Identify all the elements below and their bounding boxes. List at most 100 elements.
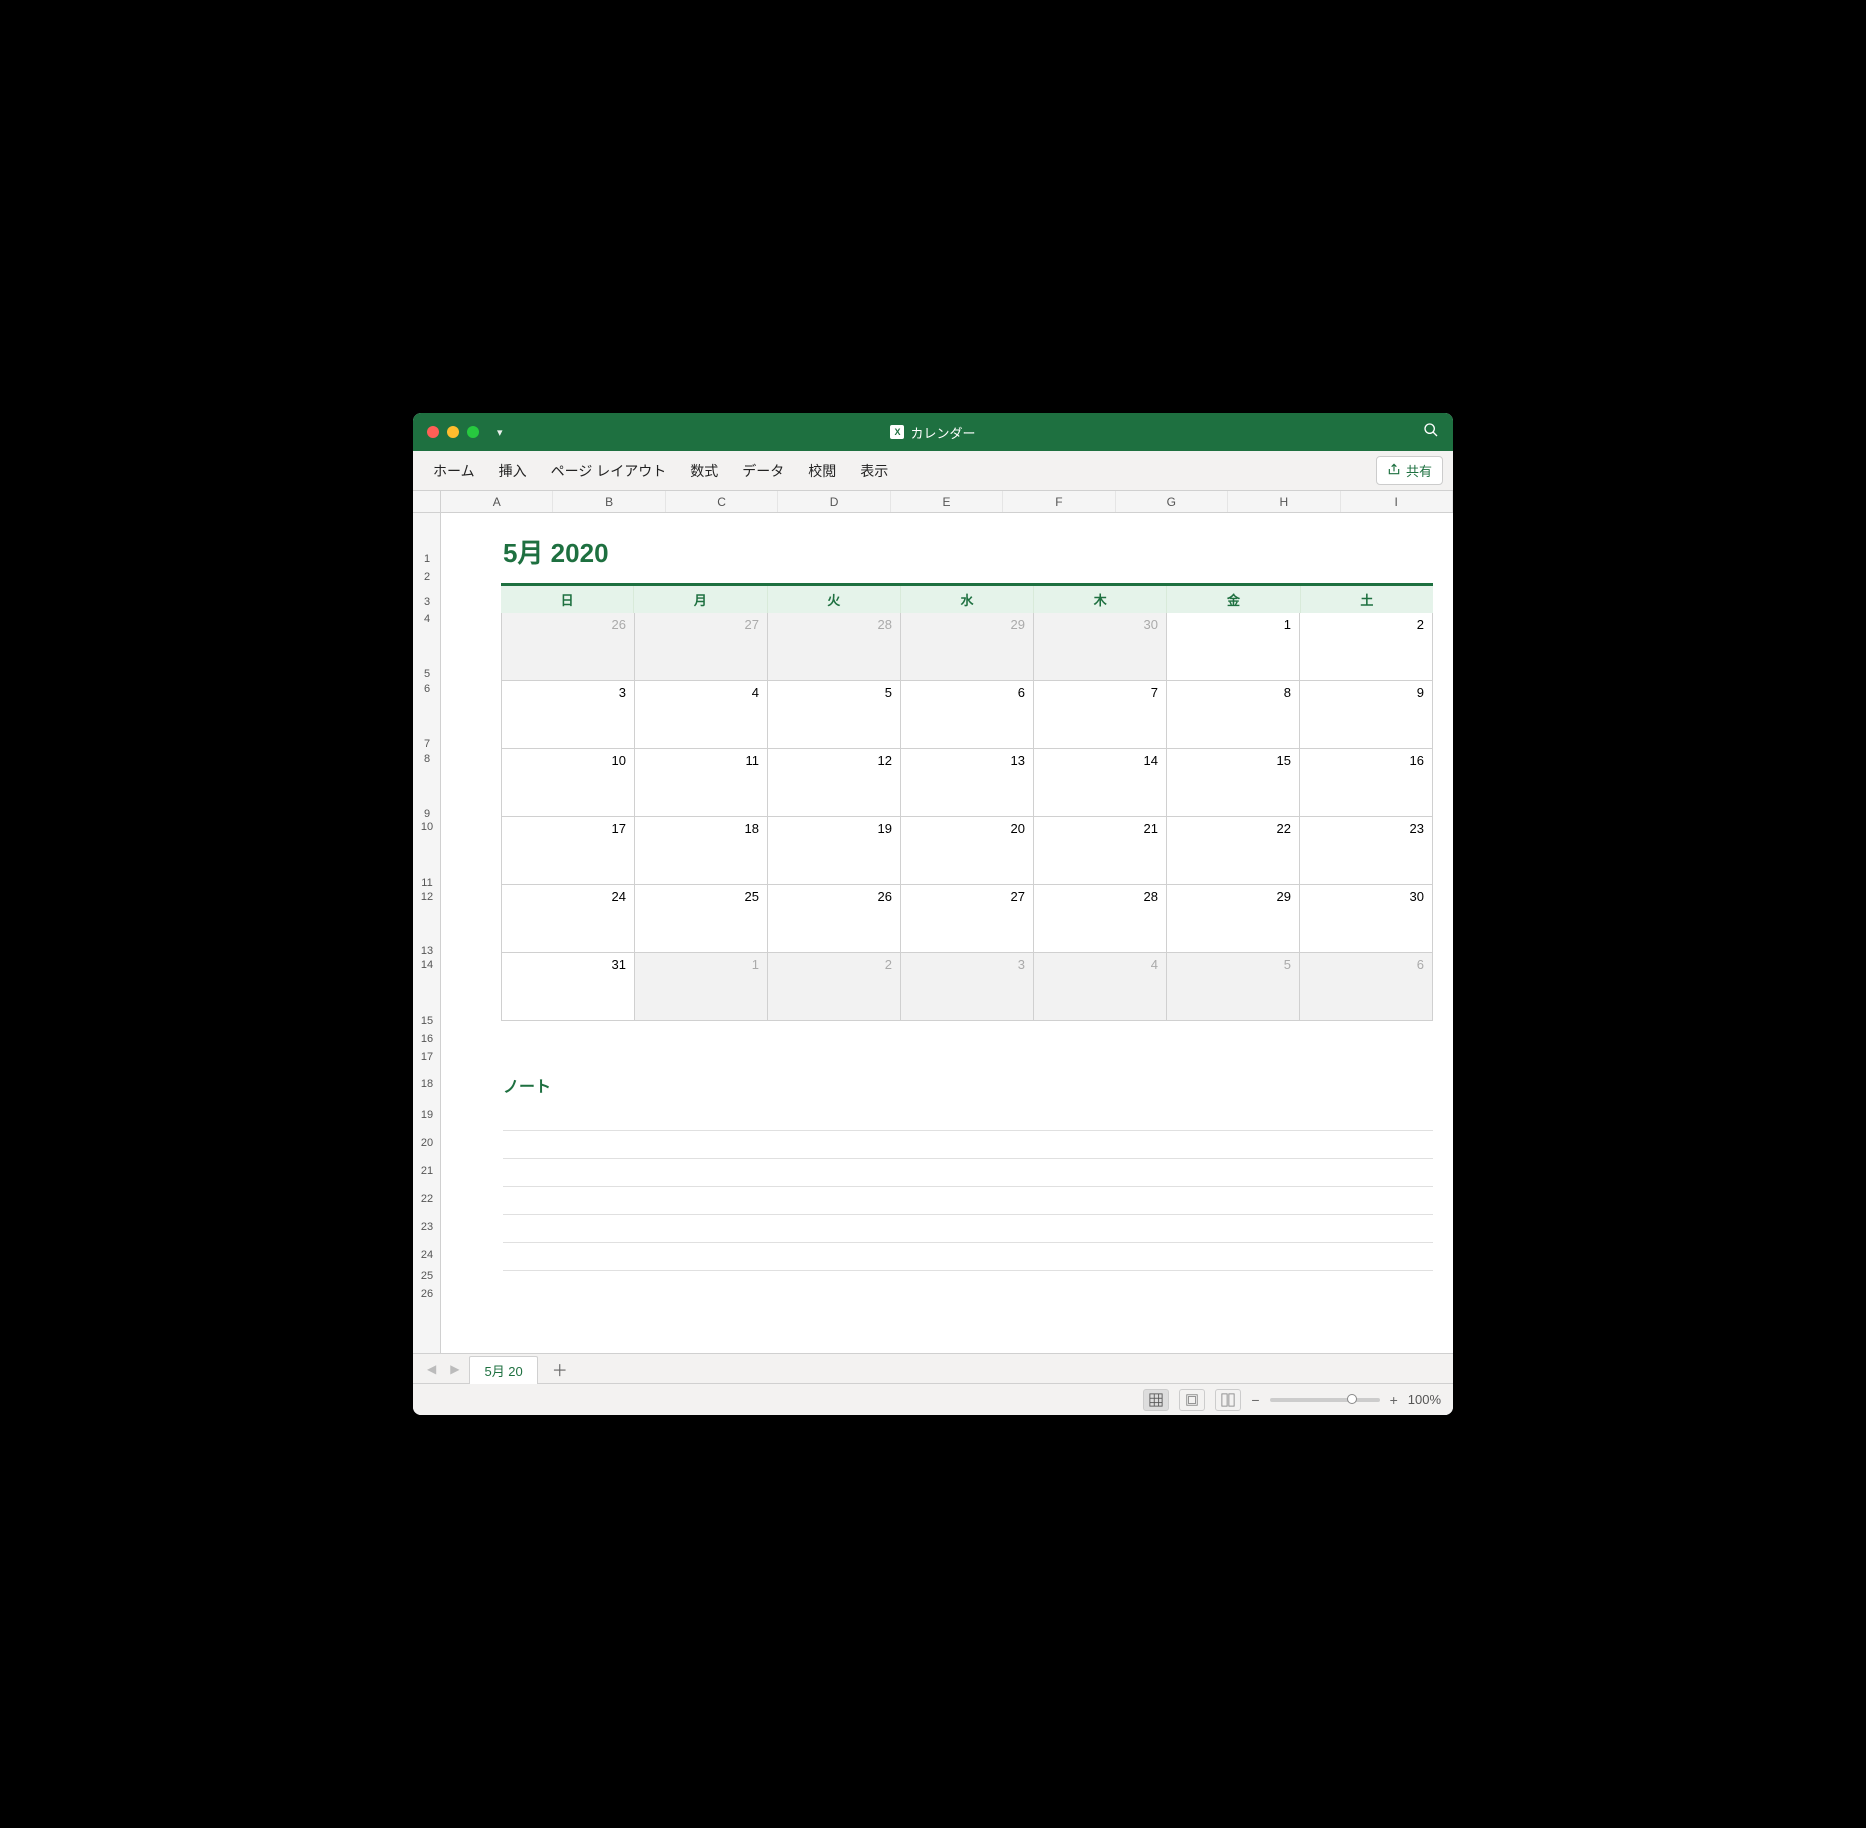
sheet-nav-prev-icon[interactable]: ◀	[423, 1362, 440, 1376]
note-line[interactable]	[503, 1159, 1433, 1187]
sheet-area[interactable]: 1234567891011121314151617181920212223242…	[413, 513, 1453, 1353]
column-header[interactable]: C	[666, 491, 778, 512]
calendar-cell[interactable]: 25	[635, 885, 768, 953]
row-header[interactable]: 26	[413, 1288, 441, 1300]
row-header[interactable]: 6	[413, 683, 441, 695]
row-header[interactable]: 23	[413, 1221, 441, 1233]
calendar-cell[interactable]: 1	[1167, 613, 1300, 681]
sheet-tab-active[interactable]: 5月 20	[469, 1356, 537, 1384]
note-line[interactable]	[503, 1103, 1433, 1131]
column-header[interactable]: G	[1116, 491, 1228, 512]
calendar-cell[interactable]: 30	[1034, 613, 1167, 681]
ribbon-tab[interactable]: 数式	[680, 455, 728, 487]
calendar-cell[interactable]: 1	[635, 953, 768, 1021]
calendar-cell[interactable]: 27	[635, 613, 768, 681]
row-header[interactable]: 24	[413, 1249, 441, 1261]
sheet-nav-next-icon[interactable]: ▶	[446, 1362, 463, 1376]
row-header[interactable]: 15	[413, 1015, 441, 1027]
calendar-cell[interactable]: 6	[901, 681, 1034, 749]
row-header[interactable]: 11	[413, 877, 441, 889]
calendar-cell[interactable]: 18	[635, 817, 768, 885]
row-header[interactable]: 25	[413, 1270, 441, 1282]
row-header[interactable]: 21	[413, 1165, 441, 1177]
row-header[interactable]: 13	[413, 945, 441, 957]
calendar-cell[interactable]: 12	[768, 749, 901, 817]
calendar-cell[interactable]: 30	[1300, 885, 1433, 953]
calendar-cell[interactable]: 28	[1034, 885, 1167, 953]
share-button[interactable]: 共有	[1376, 456, 1443, 485]
calendar-cell[interactable]: 26	[501, 613, 635, 681]
minimize-window-button[interactable]	[447, 426, 459, 438]
calendar-cell[interactable]: 22	[1167, 817, 1300, 885]
calendar-cell[interactable]: 11	[635, 749, 768, 817]
add-sheet-button[interactable]: ＋	[544, 1357, 576, 1381]
calendar-cell[interactable]: 28	[768, 613, 901, 681]
calendar-cell[interactable]: 16	[1300, 749, 1433, 817]
calendar-cell[interactable]: 7	[1034, 681, 1167, 749]
calendar-cell[interactable]: 26	[768, 885, 901, 953]
view-normal-button[interactable]	[1143, 1389, 1169, 1411]
calendar-cell[interactable]: 3	[901, 953, 1034, 1021]
calendar-cell[interactable]: 3	[501, 681, 635, 749]
calendar-cell[interactable]: 20	[901, 817, 1034, 885]
view-pagelayout-button[interactable]	[1179, 1389, 1205, 1411]
row-header[interactable]: 4	[413, 613, 441, 625]
calendar-cell[interactable]: 4	[1034, 953, 1167, 1021]
search-icon[interactable]	[1423, 422, 1439, 443]
calendar-cell[interactable]: 17	[501, 817, 635, 885]
row-header[interactable]: 12	[413, 891, 441, 903]
row-header[interactable]: 3	[413, 596, 441, 608]
ribbon-tab[interactable]: データ	[732, 455, 794, 487]
column-header[interactable]: D	[778, 491, 890, 512]
note-line[interactable]	[503, 1215, 1433, 1243]
maximize-window-button[interactable]	[467, 426, 479, 438]
row-header[interactable]: 19	[413, 1109, 441, 1121]
calendar-cell[interactable]: 2	[1300, 613, 1433, 681]
calendar-cell[interactable]: 27	[901, 885, 1034, 953]
customize-quickaccess-icon[interactable]: ▾	[497, 426, 503, 439]
row-header[interactable]: 7	[413, 738, 441, 750]
calendar-cell[interactable]: 19	[768, 817, 901, 885]
column-header[interactable]: B	[553, 491, 665, 512]
zoom-out-button[interactable]: −	[1251, 1392, 1259, 1408]
row-header[interactable]: 9	[413, 808, 441, 820]
close-window-button[interactable]	[427, 426, 439, 438]
calendar-cell[interactable]: 24	[501, 885, 635, 953]
note-line[interactable]	[503, 1187, 1433, 1215]
calendar-cell[interactable]: 29	[901, 613, 1034, 681]
calendar-cell[interactable]: 10	[501, 749, 635, 817]
row-header[interactable]: 8	[413, 753, 441, 765]
view-pagebreak-button[interactable]	[1215, 1389, 1241, 1411]
calendar-cell[interactable]: 5	[768, 681, 901, 749]
ribbon-tab[interactable]: 挿入	[489, 455, 537, 487]
note-line[interactable]	[503, 1131, 1433, 1159]
calendar-cell[interactable]: 6	[1300, 953, 1433, 1021]
row-header[interactable]: 1	[413, 553, 441, 565]
ribbon-tab[interactable]: ホーム	[423, 455, 485, 487]
row-header[interactable]: 5	[413, 668, 441, 680]
ribbon-tab[interactable]: 校閲	[798, 455, 846, 487]
zoom-level[interactable]: 100%	[1408, 1392, 1441, 1407]
calendar-cell[interactable]: 29	[1167, 885, 1300, 953]
row-header[interactable]: 18	[413, 1078, 441, 1090]
column-header[interactable]: I	[1341, 491, 1453, 512]
row-header[interactable]: 2	[413, 571, 441, 583]
select-all-corner[interactable]	[413, 491, 441, 512]
calendar-cell[interactable]: 8	[1167, 681, 1300, 749]
zoom-slider[interactable]	[1270, 1398, 1380, 1402]
calendar-cell[interactable]: 31	[501, 953, 635, 1021]
column-header[interactable]: E	[891, 491, 1003, 512]
row-header[interactable]: 17	[413, 1051, 441, 1063]
calendar-cell[interactable]: 5	[1167, 953, 1300, 1021]
calendar-cell[interactable]: 15	[1167, 749, 1300, 817]
row-header[interactable]: 14	[413, 959, 441, 971]
column-header[interactable]: A	[441, 491, 553, 512]
ribbon-tab[interactable]: ページ レイアウト	[541, 455, 677, 487]
row-header[interactable]: 20	[413, 1137, 441, 1149]
calendar-cell[interactable]: 9	[1300, 681, 1433, 749]
calendar-cell[interactable]: 13	[901, 749, 1034, 817]
note-line[interactable]	[503, 1243, 1433, 1271]
zoom-in-button[interactable]: +	[1390, 1392, 1398, 1408]
calendar-cell[interactable]: 14	[1034, 749, 1167, 817]
ribbon-tab[interactable]: 表示	[850, 455, 898, 487]
